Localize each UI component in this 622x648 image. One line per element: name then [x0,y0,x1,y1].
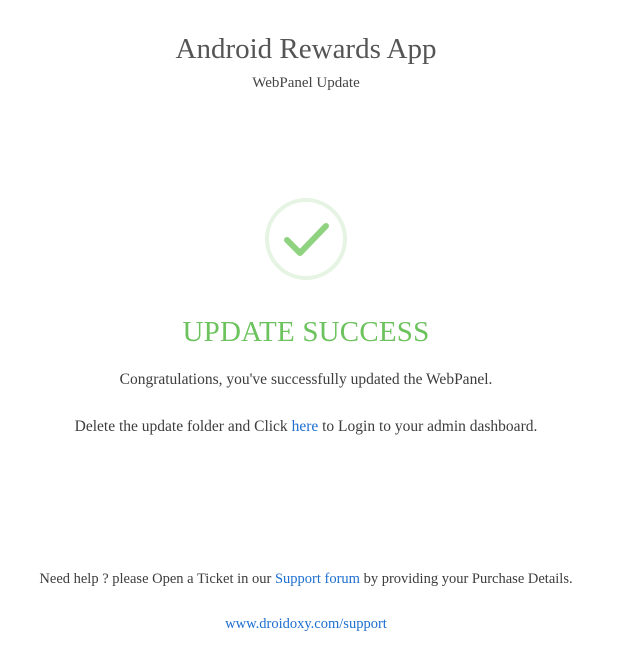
page-subtitle: WebPanel Update [252,75,360,91]
support-site-link[interactable]: www.droidoxy.com/support [225,616,387,632]
help-text-after: by providing your Purchase Details. [359,571,573,587]
help-text-before: Need help ? please Open a Ticket in our [39,571,275,587]
checkmark-circle-icon [264,197,348,281]
congratulations-message: Congratulations, you've successfully upd… [119,371,493,388]
support-site-row: www.droidoxy.com/support [0,614,612,634]
instruction-text-before: Delete the update folder and Click [74,418,292,435]
update-page: Android Rewards App WebPanel Update UPDA… [0,0,622,648]
update-status-heading: UPDATE SUCCESS [182,316,430,348]
here-login-link[interactable]: here [292,418,319,435]
support-forum-link[interactable]: Support forum [275,571,360,587]
login-instruction: Delete the update folder and Click here … [0,417,612,437]
instruction-text-after: to Login to your admin dashboard. [318,418,538,435]
app-title: Android Rewards App [175,33,437,65]
help-message: Need help ? please Open a Ticket in our … [0,569,612,589]
